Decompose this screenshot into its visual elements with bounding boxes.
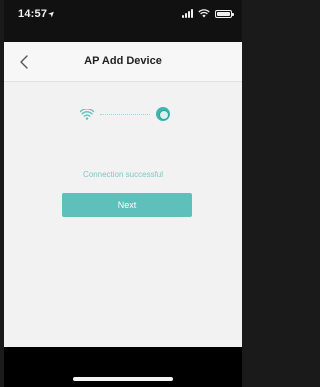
- status-icons: [182, 9, 234, 18]
- connection-status-text: Connection successful: [82, 170, 164, 179]
- location-arrow-icon: ➤: [46, 8, 58, 20]
- navigation-bar: AP Add Device: [4, 42, 242, 82]
- battery-fill: [217, 11, 230, 16]
- connection-line: [100, 113, 150, 115]
- router-icon: [156, 107, 170, 121]
- status-bar: 14:57➤: [4, 0, 242, 42]
- wifi-icon: [80, 108, 94, 120]
- main-content: Connection successful Next: [4, 83, 242, 347]
- status-time-text: 14:57: [18, 8, 48, 20]
- status-time: 14:57➤: [18, 8, 58, 20]
- home-indicator[interactable]: [73, 377, 173, 381]
- phone-screen: 14:57➤ AP Add Device Connection successf…: [4, 0, 242, 387]
- connection-diagram: [80, 107, 170, 121]
- signal-icon: [182, 9, 193, 18]
- battery-icon: [215, 9, 234, 18]
- next-button[interactable]: Next: [62, 193, 192, 217]
- wifi-icon: [198, 9, 210, 18]
- page-title: AP Add Device: [84, 55, 162, 67]
- bottom-bar: [4, 347, 242, 387]
